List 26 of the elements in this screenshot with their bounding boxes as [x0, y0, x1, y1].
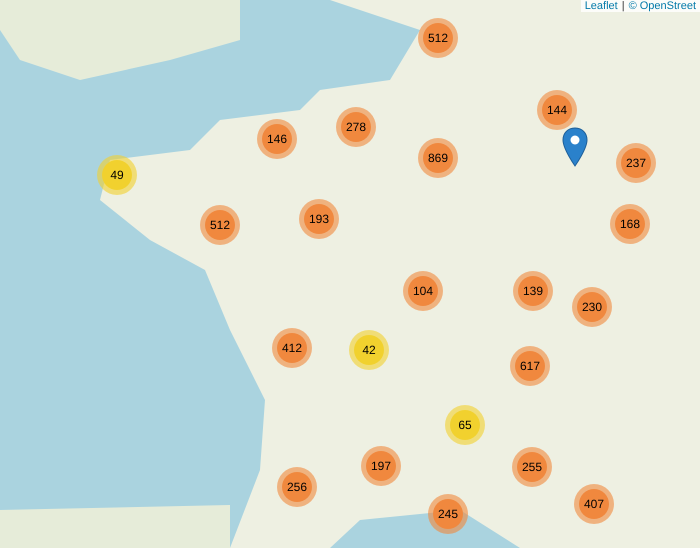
cluster-marker[interactable]: 617	[510, 346, 550, 386]
leaflet-link[interactable]: Leaflet	[584, 0, 618, 12]
cluster-marker[interactable]: 512	[418, 18, 458, 58]
cluster-marker[interactable]: 144	[537, 90, 577, 130]
cluster-marker[interactable]: 65	[445, 405, 485, 445]
cluster-marker[interactable]: 42	[349, 330, 389, 370]
cluster-marker[interactable]: 197	[361, 446, 401, 486]
cluster-marker[interactable]: 407	[574, 484, 614, 524]
cluster-marker[interactable]: 512	[200, 205, 240, 245]
cluster-marker[interactable]: 230	[572, 287, 612, 327]
cluster-marker[interactable]: 245	[428, 494, 468, 534]
cluster-marker[interactable]: 256	[277, 467, 317, 507]
cluster-marker[interactable]: 104	[403, 271, 443, 311]
cluster-marker[interactable]: 869	[418, 138, 458, 178]
map-pin-icon[interactable]	[562, 127, 588, 167]
cluster-marker[interactable]: 168	[610, 204, 650, 244]
cluster-marker[interactable]: 146	[257, 119, 297, 159]
cluster-marker[interactable]: 49	[97, 155, 137, 195]
cluster-marker[interactable]: 412	[272, 328, 312, 368]
cluster-marker[interactable]: 237	[616, 143, 656, 183]
cluster-marker[interactable]: 193	[299, 199, 339, 239]
cluster-marker[interactable]: 278	[336, 107, 376, 147]
cluster-marker[interactable]: 255	[512, 447, 552, 487]
attribution-text: © OpenStreet	[628, 0, 696, 12]
attribution-separator: |	[622, 0, 625, 12]
cluster-marker[interactable]: 139	[513, 271, 553, 311]
